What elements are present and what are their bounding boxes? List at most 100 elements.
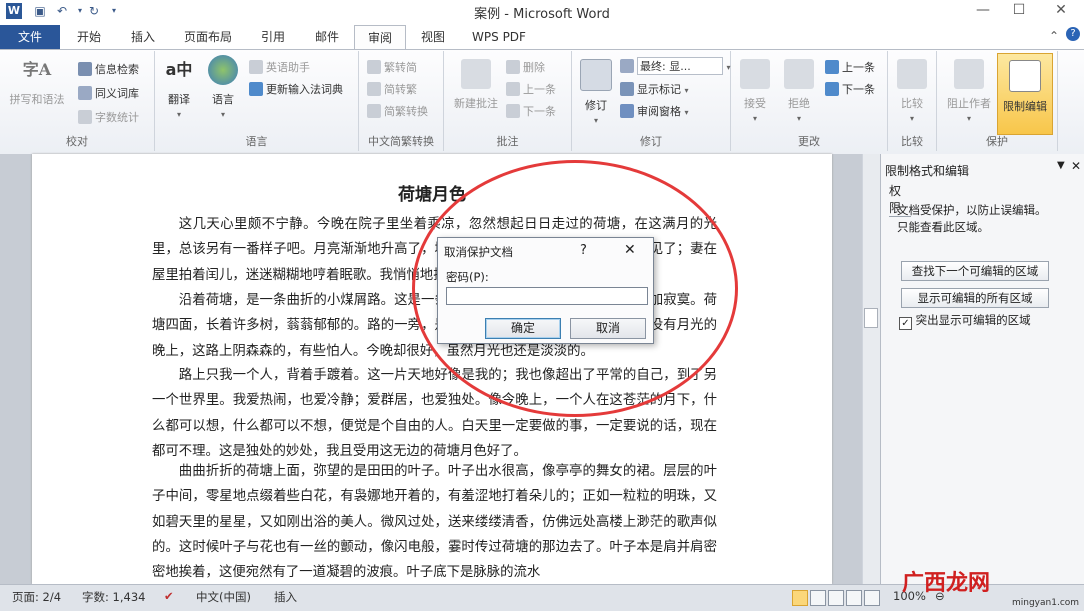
research-button[interactable]: 信息检索	[78, 61, 139, 77]
pane-description: 文档受保护，以防止误编辑。	[897, 203, 1047, 217]
watermark-url: mingyan1.com	[1012, 598, 1080, 608]
track-changes-icon	[580, 59, 612, 91]
pane-close-icon[interactable]: ✕	[1071, 159, 1081, 173]
word-count-icon	[78, 110, 92, 124]
paragraph: 曲曲折折的荷塘上面，弥望的是田田的叶子。叶子出水很高，像亭亭的舞女的裙。层层的叶…	[152, 464, 717, 581]
translate-icon: a中	[165, 60, 193, 79]
pane-title: 限制格式和编辑	[885, 164, 970, 178]
restrict-editing-button[interactable]: 限制编辑	[997, 53, 1053, 135]
reject-button[interactable]: 拒绝 ▾	[779, 59, 819, 124]
traditional-to-simplified-button[interactable]: 繁转简	[367, 59, 417, 75]
page-indicator[interactable]: 页面: 2/4	[12, 589, 61, 605]
tab-view[interactable]: 视图	[410, 25, 456, 49]
thesaurus-icon	[78, 86, 92, 100]
track-changes-button[interactable]: 修订 ▾	[576, 59, 616, 126]
convert-icon	[367, 82, 381, 96]
update-ime-dictionary-button[interactable]: 更新输入法词典	[249, 81, 343, 97]
language-button[interactable]: 语言 ▾	[203, 55, 243, 120]
delete-comment-icon	[506, 60, 520, 74]
draft-view-icon[interactable]	[864, 590, 880, 606]
chinese-conversion-button[interactable]: 简繁转换	[367, 103, 428, 119]
document-page[interactable]: 荷塘月色 这几天心里颇不宁静。今晚在院子里坐着乘凉，忽然想起日日走过的荷塘，在这…	[32, 154, 832, 584]
next-change-button[interactable]: 下一条	[825, 81, 875, 97]
ok-button[interactable]: 确定	[485, 318, 561, 339]
restrict-editing-pane: 限制格式和编辑 ▼ ✕ 权限 文档受保护，以防止误编辑。 只能查看此区域。 查找…	[880, 154, 1084, 584]
block-authors-icon	[954, 59, 984, 89]
markup-icon	[620, 59, 634, 73]
tab-page-layout[interactable]: 页面布局	[174, 25, 242, 49]
scrollbar-thumb[interactable]	[864, 308, 878, 328]
proofing-status-icon[interactable]: ✔	[164, 589, 174, 603]
print-layout-view-icon[interactable]	[792, 590, 808, 606]
language-indicator[interactable]: 中文(中国)	[196, 589, 251, 605]
convert-icon	[367, 104, 381, 118]
web-layout-icon[interactable]	[828, 590, 844, 606]
full-screen-reading-icon[interactable]	[810, 590, 826, 606]
document-title: 荷塘月色	[398, 185, 466, 205]
thesaurus-button[interactable]: 同义词库	[78, 85, 139, 101]
next-change-icon	[825, 82, 839, 96]
dialog-close-button[interactable]: ✕	[624, 242, 636, 258]
delete-comment-button[interactable]: 删除	[506, 59, 545, 75]
cancel-button[interactable]: 取消	[570, 318, 646, 339]
assistant-icon	[249, 60, 263, 74]
simplified-to-traditional-button[interactable]: 简转繁	[367, 81, 417, 97]
watermark-logo: 广西龙网	[902, 571, 991, 596]
research-icon	[78, 62, 92, 76]
minimize-ribbon-icon[interactable]: ⌃	[1049, 29, 1059, 43]
reviewing-pane-icon	[620, 104, 634, 118]
group-chinese-conversion: 繁转简 简转繁 简繁转换 中文简繁转换	[359, 51, 444, 151]
pane-options-icon[interactable]: ▼	[1057, 160, 1065, 171]
show-all-regions-button[interactable]: 显示可编辑的所有区域	[901, 288, 1049, 308]
previous-change-button[interactable]: 上一条	[825, 59, 875, 75]
close-button[interactable]: ✕	[1044, 0, 1078, 22]
window-title: 案例 - Microsoft Word	[474, 7, 610, 22]
restrict-editing-icon	[1009, 60, 1041, 92]
convert-icon	[367, 60, 381, 74]
translate-button[interactable]: a中 翻译 ▾	[159, 55, 199, 120]
next-comment-button[interactable]: 下一条	[506, 103, 556, 119]
word-count-indicator[interactable]: 字数: 1,434	[82, 589, 145, 605]
highlight-regions-checkbox[interactable]: ✓ 突出显示可编辑的区域	[899, 312, 1031, 330]
group-proofing: 字A 拼写和语法 信息检索 同义词库 字数统计 校对	[0, 51, 155, 151]
group-comments: 新建批注 删除 上一条 下一条 批注	[444, 51, 572, 151]
tab-insert[interactable]: 插入	[120, 25, 166, 49]
block-authors-button[interactable]: 阻止作者 ▾	[941, 59, 997, 124]
insert-mode-indicator[interactable]: 插入	[274, 589, 297, 605]
reviewing-pane-button[interactable]: 审阅窗格 ▾	[620, 103, 689, 119]
dialog-title: 取消保护文档	[444, 245, 513, 259]
find-next-region-button[interactable]: 查找下一个可编辑的区域	[901, 261, 1049, 281]
word-count-button[interactable]: 字数统计	[78, 109, 139, 125]
tab-home[interactable]: 开始	[66, 25, 112, 49]
unprotect-document-dialog: 取消保护文档 ? ✕ 密码(P): 确定 取消	[437, 237, 654, 344]
abc-check-icon: 字A	[22, 60, 52, 79]
spelling-grammar-button[interactable]: 字A 拼写和语法	[6, 55, 68, 107]
tab-mailings[interactable]: 邮件	[304, 25, 350, 49]
vertical-scrollbar[interactable]	[862, 154, 880, 584]
tab-references[interactable]: 引用	[250, 25, 296, 49]
group-changes: 接受 ▾ 拒绝 ▾ 上一条 下一条 更改	[731, 51, 888, 151]
previous-comment-button[interactable]: 上一条	[506, 81, 556, 97]
paragraph: 路上只我一个人，背着手踱着。这一片天地好像是我的；我也像超出了平常的自己，到了另…	[152, 368, 717, 459]
new-comment-button[interactable]: 新建批注	[448, 59, 504, 111]
compare-button[interactable]: 比较 ▾	[892, 59, 932, 124]
minimize-button[interactable]: —	[966, 0, 1000, 22]
dictionary-icon	[249, 82, 263, 96]
compare-icon	[897, 59, 927, 89]
show-markup-button[interactable]: 显示标记 ▾	[620, 81, 689, 97]
dialog-help-button[interactable]: ?	[580, 243, 587, 258]
tab-file[interactable]: 文件	[0, 25, 60, 49]
display-for-review-dropdown[interactable]: 最终: 显... ▾	[620, 57, 731, 75]
password-label: 密码(P):	[446, 270, 489, 284]
english-assistant-button[interactable]: 英语助手	[249, 59, 310, 75]
tab-review[interactable]: 审阅	[354, 25, 406, 51]
tab-wps-pdf[interactable]: WPS PDF	[462, 25, 536, 49]
maximize-button[interactable]: ☐	[1002, 0, 1036, 22]
outline-view-icon[interactable]	[846, 590, 862, 606]
show-markup-icon	[620, 82, 634, 96]
comment-icon	[461, 59, 491, 89]
group-tracking: 修订 ▾ 最终: 显... ▾ 显示标记 ▾ 审阅窗格 ▾ 修订	[572, 51, 731, 151]
password-input[interactable]	[446, 287, 648, 305]
help-icon[interactable]: ?	[1066, 27, 1080, 41]
accept-button[interactable]: 接受 ▾	[735, 59, 775, 124]
